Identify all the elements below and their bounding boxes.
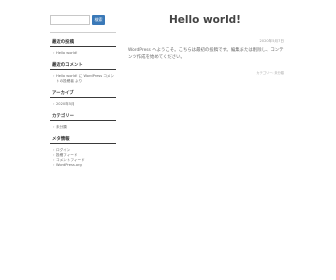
widget-title-categories: カテゴリー (50, 113, 116, 121)
bullet-icon: › (53, 163, 55, 167)
widget-title-recent-comments: 最近のコメント (50, 62, 116, 70)
recent-comment-link[interactable]: › Hello world! に WordPress コメントの投稿者 より (50, 74, 116, 84)
bullet-icon: › (53, 74, 55, 78)
meta-link-wordpress-org[interactable]: › WordPress.org (50, 163, 116, 168)
archive-label[interactable]: 2020年5月 (56, 102, 75, 106)
meta-list: › ログイン › 投稿フィード › コメントフィード › WordPress.org (50, 144, 116, 174)
widget-meta: メタ情報 › ログイン › 投稿フィード › コメントフィード › WordPress.… (50, 136, 116, 174)
search-input[interactable] (50, 15, 90, 25)
search-form: 検索 (50, 14, 116, 26)
post-date: 2020年5月7日 (259, 39, 285, 43)
recent-comment-label[interactable]: Hello world! に WordPress コメントの投稿者 より (56, 74, 114, 83)
recent-comments-list: › Hello world! に WordPress コメントの投稿者 より (50, 70, 116, 90)
bullet-icon: › (53, 125, 55, 129)
widget-recent-posts: 最近の投稿 › Hello world! (50, 39, 116, 62)
category-label[interactable]: 未分類 (56, 125, 67, 129)
bullet-icon: › (53, 51, 55, 55)
bullet-icon: › (53, 102, 55, 106)
post-body: WordPress へようこそ。こちらは最初の投稿です。編集または削除し、コンテ… (128, 48, 284, 60)
archives-list: › 2020年5月 (50, 98, 116, 113)
widget-recent-comments: 最近のコメント › Hello world! に WordPress コメントの投… (50, 62, 116, 90)
archive-link[interactable]: › 2020年5月 (50, 102, 116, 107)
divider (50, 32, 116, 33)
category-link[interactable]: › 未分類 (50, 125, 116, 130)
main-content: Hello world! 2020年5月7日 WordPress へようこそ。こ… (126, 0, 284, 75)
search-button[interactable]: 検索 (92, 15, 105, 25)
recent-post-link[interactable]: › Hello world! (50, 51, 116, 56)
meta-label[interactable]: コメントフィード (56, 158, 85, 162)
post-category-meta[interactable]: カテゴリー: 未分類 (126, 71, 284, 75)
meta-label[interactable]: 投稿フィード (56, 153, 78, 157)
widget-categories: カテゴリー › 未分類 (50, 113, 116, 136)
widget-title-archives: アーカイブ (50, 90, 116, 98)
meta-label[interactable]: ログイン (56, 148, 70, 152)
recent-post-label[interactable]: Hello world! (56, 51, 78, 55)
meta-label[interactable]: WordPress.org (56, 163, 82, 167)
post: Hello world! 2020年5月7日 WordPress へようこそ。こ… (126, 13, 284, 75)
widget-title-meta: メタ情報 (50, 136, 116, 144)
recent-posts-list: › Hello world! (50, 47, 116, 62)
widget-title-recent-posts: 最近の投稿 (50, 39, 116, 47)
sidebar: 検索 最近の投稿 › Hello world! 最近のコメント › Hello wo… (50, 14, 116, 174)
post-title[interactable]: Hello world! (126, 13, 284, 27)
categories-list: › 未分類 (50, 121, 116, 136)
widget-archives: アーカイブ › 2020年5月 (50, 90, 116, 113)
